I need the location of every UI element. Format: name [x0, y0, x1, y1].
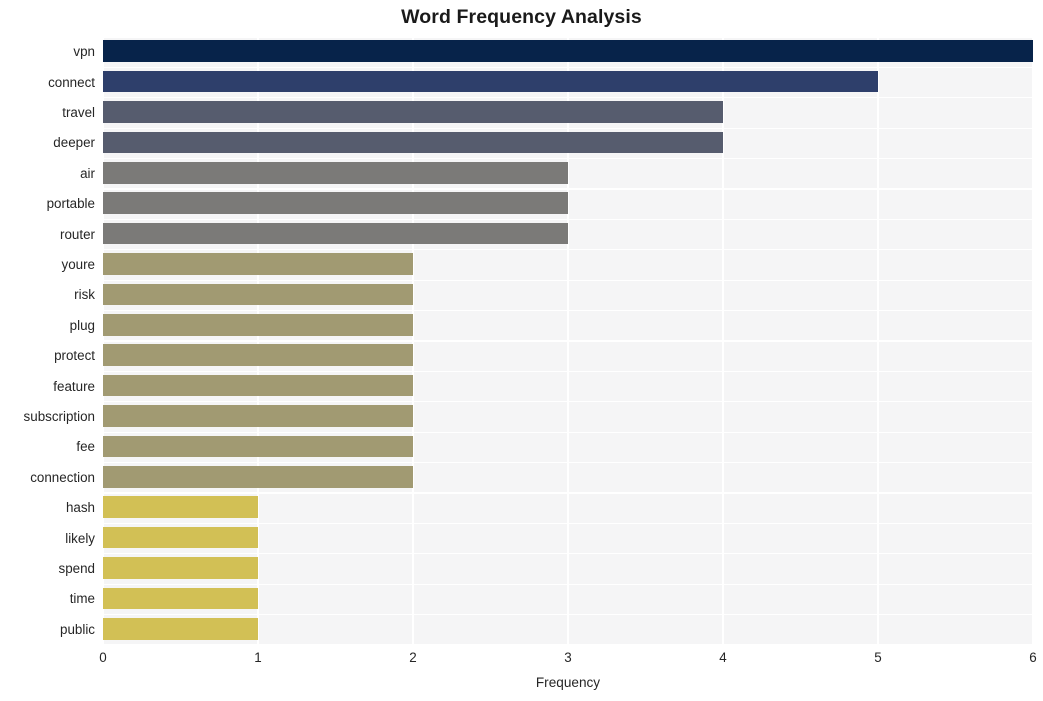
y-tick-label-spend: spend	[58, 561, 95, 576]
y-tick-label-feature: feature	[53, 378, 95, 394]
bar-row[interactable]	[103, 463, 1033, 493]
y-tick-label-public: public	[60, 621, 95, 637]
bar-row[interactable]	[103, 189, 1033, 219]
y-tick-label-fee: fee	[76, 439, 95, 455]
bar-row[interactable]	[103, 615, 1033, 645]
plot-area	[102, 36, 1034, 646]
y-tick-label-subscription: subscription	[23, 409, 95, 424]
bar-hash[interactable]	[103, 496, 258, 519]
x-tick-label-6: 6	[1029, 650, 1037, 665]
bar-row[interactable]	[103, 280, 1033, 310]
y-tick-label-plug: plug	[69, 317, 95, 333]
bar-row[interactable]	[103, 98, 1033, 128]
bar-router[interactable]	[103, 222, 568, 245]
bar-row[interactable]	[103, 523, 1033, 553]
bar-fee[interactable]	[103, 435, 413, 458]
x-tick-label-1: 1	[254, 650, 262, 665]
x-tick-label-2: 2	[409, 650, 417, 665]
y-tick-label-hash: hash	[65, 500, 95, 516]
y-tick-label-router: router	[60, 226, 95, 242]
y-tick-label-time: time	[69, 591, 95, 607]
x-axis-tick-labels: 0 1 2 3 4 5 6	[0, 650, 1043, 670]
y-tick-label-vpn: vpn	[73, 44, 95, 60]
bar-public[interactable]	[103, 617, 258, 640]
bar-row[interactable]	[103, 159, 1033, 189]
bar-air[interactable]	[103, 161, 568, 184]
bar-row[interactable]	[103, 432, 1033, 462]
y-tick-label-portable: portable	[46, 196, 95, 212]
bar-row[interactable]	[103, 128, 1033, 158]
bar-youre[interactable]	[103, 253, 413, 275]
bar-vpn[interactable]	[103, 40, 1033, 63]
bar-row[interactable]	[103, 250, 1033, 280]
bar-travel[interactable]	[103, 101, 723, 123]
bar-connection[interactable]	[103, 465, 413, 488]
bar-row[interactable]	[103, 311, 1033, 341]
bar-row[interactable]	[103, 554, 1033, 584]
y-axis-tick-labels: vpn connect travel deeper air portable router y…	[0, 37, 95, 645]
bar-feature[interactable]	[103, 374, 413, 397]
bar-row[interactable]	[103, 402, 1033, 432]
bar-portable[interactable]	[103, 192, 568, 215]
chart-title: Word Frequency Analysis	[401, 6, 642, 28]
bar-subscription[interactable]	[103, 405, 413, 427]
word-frequency-chart-figure: Word Frequency Analysis vpn connect travel…	[0, 0, 1043, 701]
bar-row[interactable]	[103, 341, 1033, 371]
y-tick-label-protect: protect	[54, 348, 95, 364]
y-tick-label-air: air	[80, 165, 95, 181]
bar-protect[interactable]	[103, 344, 413, 367]
bar-row[interactable]	[103, 584, 1033, 614]
x-tick-label-0: 0	[99, 650, 107, 665]
bar-plug[interactable]	[103, 313, 413, 336]
bar-row[interactable]	[103, 219, 1033, 249]
y-tick-label-deeper: deeper	[53, 135, 95, 151]
bar-spend[interactable]	[103, 557, 258, 579]
bar-risk[interactable]	[103, 283, 413, 306]
bar-connect[interactable]	[103, 70, 878, 93]
bar-likely[interactable]	[103, 526, 258, 549]
bar-deeper[interactable]	[103, 131, 723, 154]
y-tick-label-connect: connect	[48, 74, 95, 90]
x-axis-title: Frequency	[535, 675, 601, 690]
x-tick-label-4: 4	[719, 650, 727, 665]
bars-layer	[103, 37, 1033, 645]
bar-time[interactable]	[103, 587, 258, 610]
x-tick-label-5: 5	[874, 650, 882, 665]
y-tick-label-risk: risk	[74, 287, 95, 303]
bar-row[interactable]	[103, 37, 1033, 67]
y-tick-label-youre: youre	[61, 257, 96, 272]
bar-row[interactable]	[103, 371, 1033, 401]
x-tick-label-3: 3	[564, 650, 572, 665]
bar-row[interactable]	[103, 493, 1033, 523]
y-tick-label-likely: likely	[65, 530, 95, 546]
bar-row[interactable]	[103, 67, 1033, 97]
y-tick-label-travel: travel	[62, 105, 95, 120]
y-tick-label-connection: connection	[30, 469, 95, 485]
